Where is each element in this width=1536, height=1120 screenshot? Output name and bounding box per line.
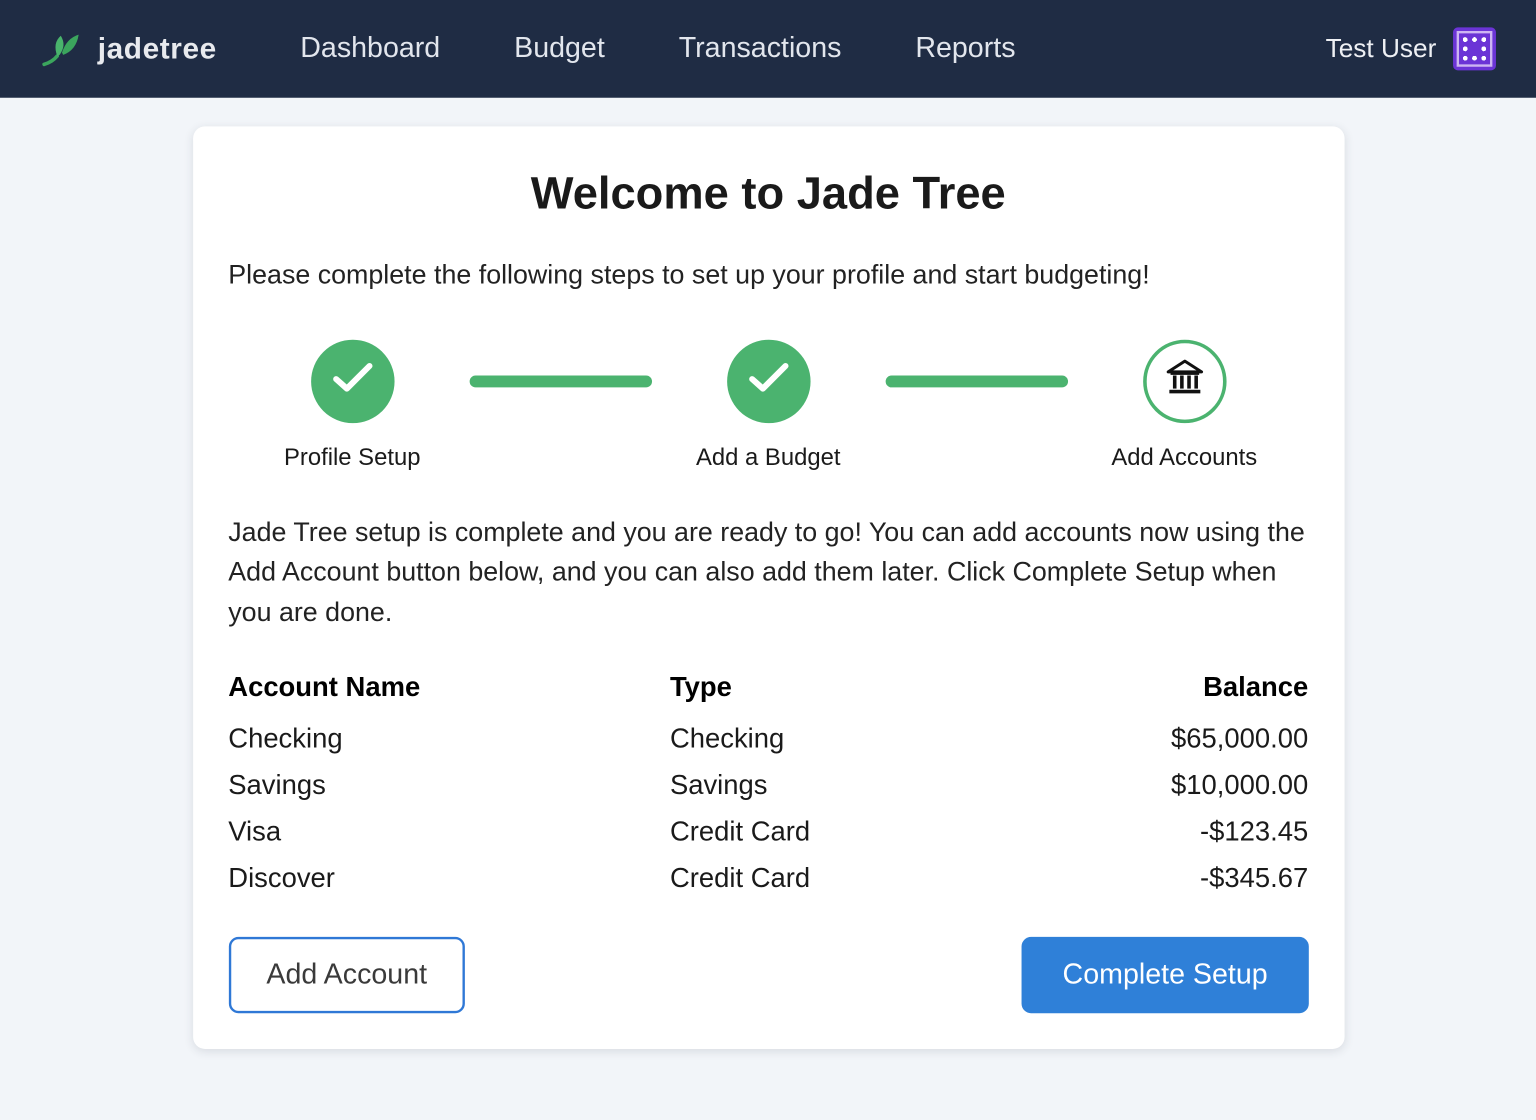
- cell-type: Credit Card: [670, 854, 993, 900]
- table-row: Discover Credit Card -$345.67: [228, 854, 1308, 900]
- table-row: Checking Checking $65,000.00: [228, 715, 1308, 761]
- nav-link-transactions[interactable]: Transactions: [679, 32, 842, 65]
- cell-name: Visa: [228, 808, 670, 854]
- user-menu[interactable]: Test User: [1326, 27, 1496, 70]
- cell-name: Discover: [228, 854, 670, 900]
- onboarding-body: Jade Tree setup is complete and you are …: [228, 512, 1308, 633]
- check-icon: [332, 361, 373, 400]
- step-profile-setup-indicator: [311, 339, 394, 422]
- step-label: Add Accounts: [1111, 444, 1257, 471]
- cell-name: Savings: [228, 761, 670, 807]
- complete-setup-button[interactable]: Complete Setup: [1022, 937, 1308, 1013]
- step-label: Add a Budget: [696, 444, 840, 471]
- table-row: Savings Savings $10,000.00: [228, 761, 1308, 807]
- bank-icon: [1162, 355, 1207, 406]
- cell-balance: -$123.45: [992, 808, 1308, 854]
- cell-type: Checking: [670, 715, 993, 761]
- check-icon: [748, 361, 789, 400]
- step-add-accounts: Add Accounts: [1077, 339, 1292, 471]
- step-add-accounts-indicator: [1143, 339, 1226, 422]
- cell-type: Credit Card: [670, 808, 993, 854]
- top-nav: jadetree Dashboard Budget Transactions R…: [0, 0, 1536, 98]
- step-label: Profile Setup: [284, 444, 421, 471]
- step-profile-setup: Profile Setup: [245, 339, 460, 471]
- onboarding-card: Welcome to Jade Tree Please complete the…: [193, 126, 1344, 1048]
- cell-type: Savings: [670, 761, 993, 807]
- brand[interactable]: jadetree: [41, 26, 217, 71]
- avatar-icon: [1453, 27, 1496, 70]
- table-row: Visa Credit Card -$123.45: [228, 808, 1308, 854]
- nav-link-reports[interactable]: Reports: [915, 32, 1015, 65]
- jadetree-logo-icon: [41, 26, 86, 71]
- nav-links: Dashboard Budget Transactions Reports: [300, 32, 1015, 65]
- card-actions: Add Account Complete Setup: [228, 937, 1308, 1013]
- cell-balance: -$345.67: [992, 854, 1308, 900]
- progress-bar: [469, 375, 651, 387]
- user-name: Test User: [1326, 33, 1437, 64]
- cell-balance: $10,000.00: [992, 761, 1308, 807]
- brand-name: jadetree: [98, 32, 217, 67]
- nav-link-budget[interactable]: Budget: [514, 32, 605, 65]
- add-account-button[interactable]: Add Account: [228, 937, 465, 1013]
- cell-name: Checking: [228, 715, 670, 761]
- col-type: Type: [670, 664, 993, 715]
- col-balance: Balance: [992, 664, 1308, 715]
- table-header-row: Account Name Type Balance: [228, 664, 1308, 715]
- setup-stepper: Profile Setup Add a Budget: [228, 339, 1308, 471]
- page-title: Welcome to Jade Tree: [228, 169, 1308, 220]
- cell-balance: $65,000.00: [992, 715, 1308, 761]
- progress-bar: [885, 375, 1067, 387]
- page-subtitle: Please complete the following steps to s…: [228, 256, 1308, 294]
- step-add-budget-indicator: [727, 339, 810, 422]
- col-account-name: Account Name: [228, 664, 670, 715]
- accounts-table: Account Name Type Balance Checking Check…: [228, 664, 1308, 901]
- nav-link-dashboard[interactable]: Dashboard: [300, 32, 440, 65]
- step-add-budget: Add a Budget: [661, 339, 876, 471]
